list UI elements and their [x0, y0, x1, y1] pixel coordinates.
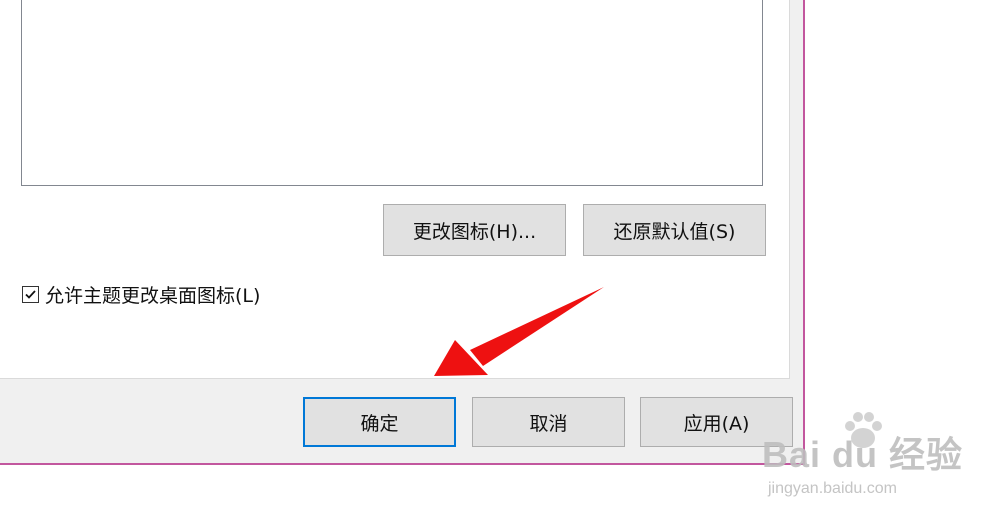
ok-button[interactable]: 确定 [303, 397, 456, 447]
watermark-url: jingyan.baidu.com [768, 480, 897, 497]
checkbox-checked-icon[interactable] [22, 285, 39, 303]
checkbox-label: 允许主题更改桌面图标(L) [45, 284, 261, 307]
baidu-watermark: Bai du 经验 jingyan.baidu.com [762, 408, 992, 508]
cancel-button[interactable]: 取消 [472, 397, 625, 447]
tab-content-panel: 更改图标(H)... 还原默认值(S) 允许主题更改桌面图标(L) [0, 0, 790, 379]
desktop-icon-settings-dialog: 更改图标(H)... 还原默认值(S) 允许主题更改桌面图标(L) 确定 取消 … [0, 0, 805, 465]
desktop-icon-list[interactable] [21, 0, 763, 186]
change-icon-button[interactable]: 更改图标(H)... [383, 204, 566, 256]
restore-default-button[interactable]: 还原默认值(S) [583, 204, 766, 256]
watermark-logo-text: Bai du 经验 [762, 434, 964, 475]
allow-theme-change-checkbox-row[interactable]: 允许主题更改桌面图标(L) [22, 281, 260, 307]
